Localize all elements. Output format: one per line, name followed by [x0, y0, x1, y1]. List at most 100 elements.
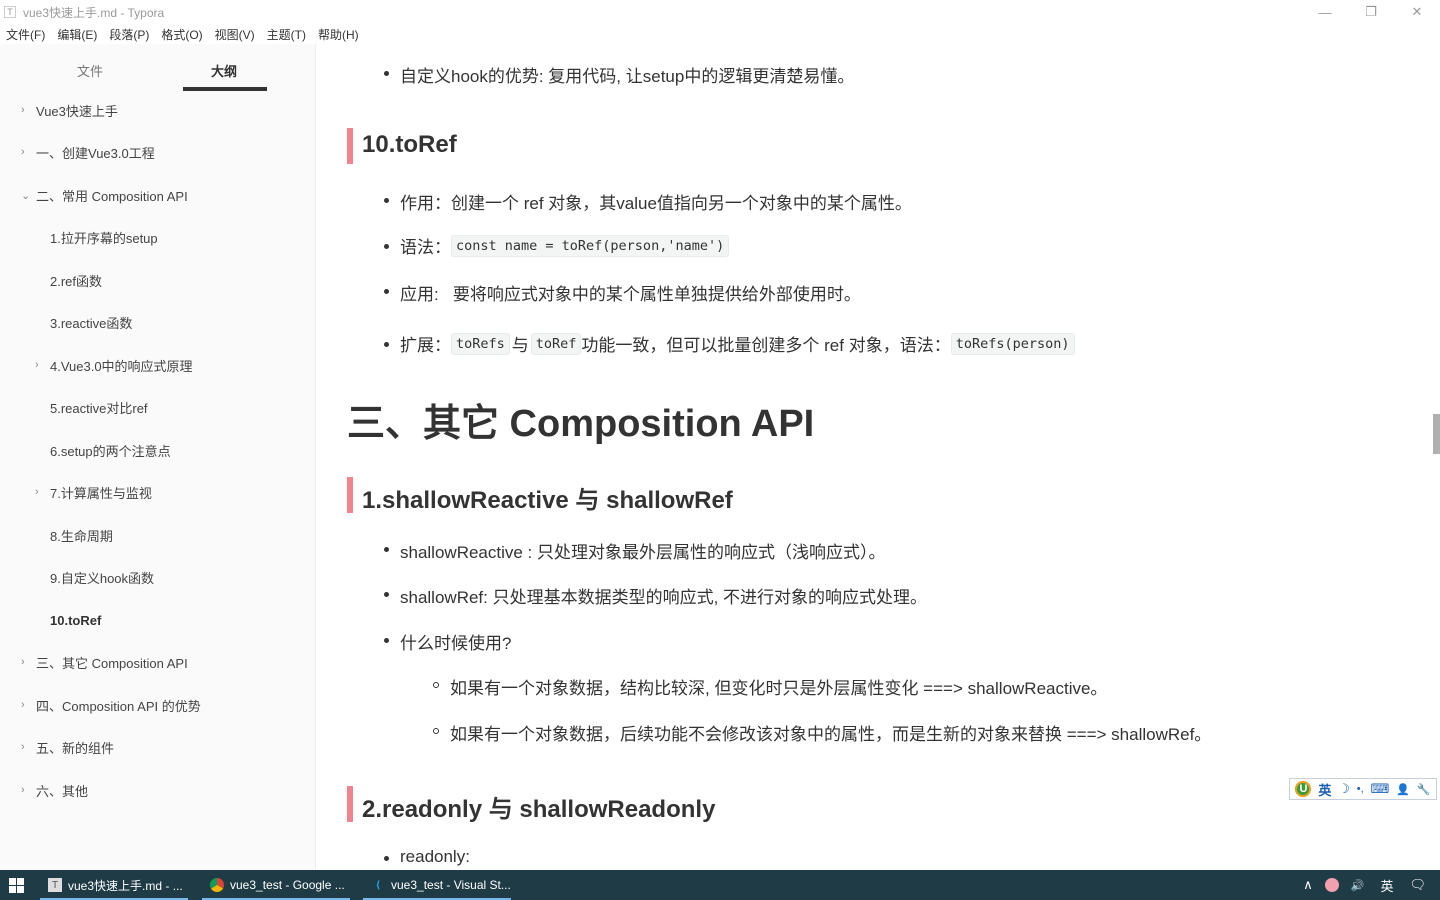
- sub-list-item: 如果有一个对象数据，结构比较深, 但变化时只是外层属性变化 ===> shall…: [433, 674, 1107, 699]
- minimize-button[interactable]: —: [1302, 0, 1348, 24]
- taskbar: T vue3快速上手.md - ... vue3_test - Google .…: [0, 870, 1440, 900]
- shallow-reactive-desc: shallowReactive : 只处理对象最外层属性的响应式（浅响应式）。: [400, 543, 886, 562]
- chevron-right-icon[interactable]: ›: [21, 784, 31, 796]
- chrome-icon: [210, 878, 224, 892]
- windows-start-button[interactable]: [9, 878, 24, 893]
- title-bar: T vue3快速上手.md - Typora — ❐ ✕: [0, 0, 1440, 24]
- when-shallow-ref: 如果有一个对象数据，后续功能不会修改该对象中的属性，而是生新的对象来替换 ===…: [450, 725, 1212, 744]
- menu-format[interactable]: 格式(O): [161, 26, 202, 43]
- tab-outline[interactable]: 大纲: [211, 61, 237, 80]
- outline-item[interactable]: 3.reactive函数: [50, 312, 132, 332]
- chevron-right-icon[interactable]: ›: [21, 699, 31, 711]
- chevron-down-icon[interactable]: ⌄: [21, 189, 31, 202]
- chevron-right-icon[interactable]: ›: [35, 486, 45, 498]
- input-language-indicator[interactable]: 英: [1380, 876, 1393, 895]
- outline-item-label: 10.toRef: [50, 612, 102, 628]
- outline-item-label: 9.自定义hook函数: [50, 570, 155, 586]
- when-to-use: 什么时候使用?: [400, 634, 512, 653]
- and-text: 与: [511, 336, 529, 355]
- outline-item[interactable]: 10.toRef: [50, 610, 101, 630]
- heading-shallow: 1.shallowReactive 与 shallowRef: [362, 487, 733, 514]
- readonly-item: readonly:: [400, 847, 470, 866]
- moon-icon[interactable]: ☽: [1338, 781, 1350, 797]
- task-label: vue3快速上手.md - ...: [68, 878, 183, 893]
- menu-theme[interactable]: 主题(T): [267, 26, 306, 43]
- outline-item-label: 8.生命周期: [50, 528, 113, 544]
- outline-item[interactable]: 5.reactive对比ref: [50, 397, 148, 417]
- outline-item-label: 3.reactive函数: [50, 315, 133, 331]
- menu-file[interactable]: 文件(F): [6, 26, 45, 43]
- outline-item-label: 五、新的组件: [36, 740, 115, 756]
- bullet: [384, 71, 389, 76]
- close-icon: ✕: [1411, 4, 1423, 19]
- show-hidden-icons-chevron-icon[interactable]: ∧: [1303, 877, 1313, 893]
- volume-icon[interactable]: 🔊: [1351, 879, 1365, 892]
- tray-app-icon[interactable]: [1324, 878, 1339, 892]
- outline-item[interactable]: › Vue3快速上手: [21, 100, 118, 120]
- wrench-icon[interactable]: 🔧: [1417, 783, 1431, 796]
- vscode-icon: ⟨: [375, 879, 381, 891]
- outline-item[interactable]: › 五、新的组件: [21, 737, 115, 757]
- task-chrome[interactable]: vue3_test - Google ...: [202, 870, 352, 900]
- list-item: 语法： const name = toRef(person,'name'): [384, 233, 730, 258]
- bullet: [384, 547, 389, 552]
- menu-bar: 文件(F) 编辑(E) 段落(P) 格式(O) 视图(V) 主题(T) 帮助(H…: [0, 24, 371, 44]
- outline-item[interactable]: 8.生命周期: [50, 525, 113, 545]
- outline-item[interactable]: › 三、其它 Composition API: [21, 652, 188, 672]
- chevron-right-icon[interactable]: ›: [21, 656, 31, 668]
- chevron-right-icon[interactable]: ›: [21, 146, 31, 158]
- menu-view[interactable]: 视图(V): [215, 26, 255, 43]
- menu-help[interactable]: 帮助(H): [318, 26, 359, 43]
- outline-item-label: 6.setup的两个注意点: [50, 443, 171, 459]
- notification-icon[interactable]: 🗨: [1409, 877, 1426, 893]
- task-typora[interactable]: T vue3快速上手.md - ...: [40, 870, 190, 900]
- scrollbar-thumb[interactable]: [1433, 414, 1440, 454]
- menu-paragraph[interactable]: 段落(P): [109, 26, 149, 43]
- toref-syntax-code: const name = toRef(person,'name'): [451, 234, 730, 257]
- window-title: vue3快速上手.md - Typora: [23, 5, 165, 20]
- editor-scrollbar[interactable]: [1428, 44, 1440, 870]
- outline-item[interactable]: › 4.Vue3.0中的响应式原理: [35, 355, 193, 375]
- chevron-right-icon[interactable]: ›: [21, 104, 31, 116]
- punctuation-icon[interactable]: •,: [1357, 783, 1364, 795]
- chevron-right-icon[interactable]: ›: [35, 359, 45, 371]
- list-item: 扩展： toRefs 与 toRef 功能一致，但可以批量创建多个 ref 对象…: [384, 331, 1075, 356]
- toref-usage: 应用: 要将响应式对象中的某个属性单独提供给外部使用时。: [400, 285, 861, 304]
- outline-item[interactable]: › 一、创建Vue3.0工程: [21, 142, 155, 162]
- outline-item[interactable]: 9.自定义hook函数: [50, 567, 154, 587]
- outline-item-label: Vue3快速上手: [36, 103, 118, 119]
- sidebar-tabs: 文件 大纲: [0, 44, 315, 92]
- user-icon[interactable]: 👤: [1396, 783, 1410, 796]
- heading-readonly: 2.readonly 与 shallowReadonly: [362, 796, 716, 823]
- list-item: readonly:: [384, 847, 470, 867]
- torefs-code: toRefs: [451, 332, 510, 355]
- task-label: vue3_test - Visual St...: [391, 878, 511, 892]
- list-item: shallowRef: 只处理基本数据类型的响应式, 不进行对象的响应式处理。: [384, 583, 927, 608]
- chevron-right-icon[interactable]: ›: [21, 741, 31, 753]
- outline-item[interactable]: 6.setup的两个注意点: [50, 440, 171, 460]
- keyboard-icon[interactable]: ⌨: [1371, 781, 1390, 797]
- tab-files[interactable]: 文件: [77, 61, 103, 80]
- outline-item[interactable]: › 7.计算属性与监视: [35, 482, 152, 502]
- toref-syntax-label: 语法：: [400, 238, 451, 257]
- hook-advantage-text: 自定义hook的优势: 复用代码, 让setup中的逻辑更清楚易懂。: [400, 67, 855, 86]
- menu-edit[interactable]: 编辑(E): [57, 26, 97, 43]
- outline-item[interactable]: 2.ref函数: [50, 270, 102, 290]
- outline-item[interactable]: 1.拉开序幕的setup: [50, 227, 158, 247]
- outline-item[interactable]: ⌄ 二、常用 Composition API: [21, 185, 188, 205]
- heading-section-3: 三、其它 Composition API: [347, 403, 815, 445]
- editor-pane[interactable]: 自定义hook的优势: 复用代码, 让setup中的逻辑更清楚易懂。 10.to…: [317, 44, 1427, 870]
- list-item: 什么时候使用?: [384, 629, 512, 654]
- restore-button[interactable]: ❐: [1348, 0, 1394, 24]
- task-vscode[interactable]: ⟨ vue3_test - Visual St...: [363, 870, 513, 900]
- restore-icon: ❐: [1365, 4, 1377, 19]
- ime-logo-icon[interactable]: U: [1295, 781, 1312, 797]
- outline-item-label: 4.Vue3.0中的响应式原理: [50, 358, 193, 374]
- bullet: [384, 638, 389, 643]
- heading-marker: [347, 128, 353, 164]
- list-item: 自定义hook的优势: 复用代码, 让setup中的逻辑更清楚易懂。: [384, 62, 855, 87]
- outline-item[interactable]: › 四、Composition API 的优势: [21, 695, 201, 715]
- close-button[interactable]: ✕: [1394, 0, 1440, 24]
- outline-item[interactable]: › 六、其他: [21, 780, 88, 800]
- ime-lang-toggle[interactable]: 英: [1318, 780, 1331, 799]
